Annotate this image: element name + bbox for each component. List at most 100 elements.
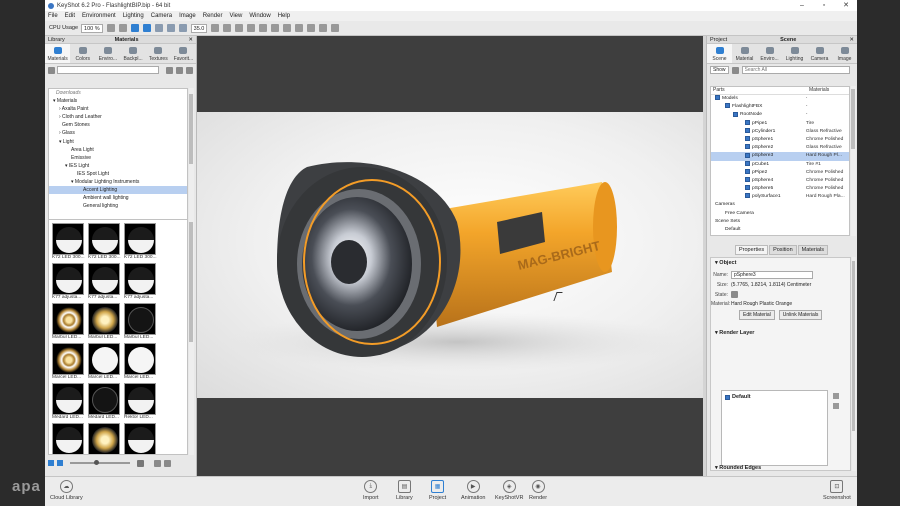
dolly-icon[interactable] (178, 24, 187, 32)
expand-icon[interactable] (331, 24, 340, 32)
show-dropdown[interactable]: Show (710, 66, 729, 74)
grid-icon[interactable] (295, 24, 304, 32)
material-thumbnail[interactable]: Médard LED... (52, 383, 86, 420)
prop-tab-materials[interactable]: Materials (797, 245, 828, 255)
menu-window[interactable]: Window (249, 13, 270, 19)
filter-icon[interactable] (731, 66, 739, 74)
material-thumbnail[interactable]: K77 adjusta... (52, 263, 86, 300)
visibility-checkbox[interactable] (745, 168, 750, 174)
menu-help[interactable]: Help (278, 13, 290, 19)
render-button[interactable]: ◉ Render (529, 480, 547, 501)
menu-camera[interactable]: Camera (151, 13, 172, 19)
material-thumbnail[interactable]: K72 LED 300... (124, 223, 158, 260)
thumbnail-size-slider[interactable] (70, 460, 130, 465)
minimize-icon[interactable]: – (791, 0, 813, 11)
library-tab-enviro[interactable]: Enviro... (95, 44, 120, 63)
visibility-checkbox[interactable] (733, 111, 738, 117)
project-tab-lighting[interactable]: Lighting (782, 44, 807, 63)
layer-checkbox[interactable] (725, 394, 730, 400)
visibility-checkbox[interactable] (745, 160, 750, 166)
material-thumbnail[interactable] (88, 423, 122, 454)
scene-tree-row[interactable]: Models - (711, 95, 849, 103)
library-tab-materials[interactable]: Materials (45, 44, 71, 63)
visibility-checkbox[interactable] (745, 136, 750, 142)
scene-tree-scrollbar[interactable] (851, 86, 856, 236)
project-tab-enviro[interactable]: Enviro... (757, 44, 782, 63)
lock-icon[interactable] (283, 24, 292, 32)
redo-icon[interactable] (259, 24, 268, 32)
layer-default-row[interactable]: Default (722, 391, 827, 403)
scene-tree-row[interactable]: pSphere2 Glass Refractive (711, 144, 849, 152)
import-button[interactable]: ⤓ Import (363, 480, 379, 501)
cpu-usage-select[interactable]: 100 % (81, 23, 103, 33)
library-button[interactable]: ▤ Library (396, 480, 413, 501)
visibility-checkbox[interactable] (745, 152, 750, 158)
upload-icon[interactable] (154, 459, 161, 467)
undo-icon[interactable] (247, 24, 256, 32)
project-tab-scene[interactable]: Scene (707, 44, 732, 63)
material-thumbnail[interactable]: K77 adjusta... (124, 263, 158, 300)
parts-column-header[interactable]: Parts (711, 87, 807, 94)
menu-file[interactable]: File (48, 13, 58, 19)
folder-icon[interactable] (166, 66, 173, 74)
library-tab-colors[interactable]: Colors (70, 44, 95, 63)
menu-edit[interactable]: Edit (65, 13, 75, 19)
scene-render[interactable]: MAG-BRIGHT (197, 112, 703, 398)
menu-lighting[interactable]: Lighting (123, 13, 144, 19)
project-tab-camera[interactable]: Camera (807, 44, 832, 63)
scene-tree-row[interactable]: Default (711, 226, 849, 234)
library-tree-item[interactable]: Gem Stones (49, 121, 187, 129)
library-tree-item[interactable]: ▾ Materials (49, 97, 187, 105)
visibility-checkbox[interactable] (745, 144, 750, 150)
material-thumbnail[interactable] (124, 423, 158, 454)
object-section-header[interactable]: ▾ Object (711, 258, 850, 268)
material-thumbnail[interactable]: Marcel LED... (88, 343, 122, 380)
screenshot-button[interactable]: ⊡ Screenshot (823, 480, 851, 501)
menu-render[interactable]: Render (203, 13, 223, 19)
material-thumbnail[interactable]: K72 LED 300... (88, 223, 122, 260)
render-region-icon[interactable] (319, 24, 328, 32)
geometry-view-icon[interactable] (235, 24, 244, 32)
material-thumbnail[interactable] (52, 423, 86, 454)
scene-tree-row[interactable]: Free Camera (711, 210, 849, 218)
camera-icon[interactable] (271, 24, 280, 32)
project-close-icon[interactable]: ✕ (849, 37, 854, 43)
material-thumbnail[interactable]: Marcel LED... (124, 343, 158, 380)
library-tree-item[interactable]: › Axalta Paint (49, 105, 187, 113)
scene-tree-row[interactable]: FlashlightFBX - (711, 103, 849, 111)
library-tree-item[interactable]: › Glass (49, 129, 187, 137)
library-tree-item[interactable]: Area Light (49, 146, 187, 154)
animation-button[interactable]: ▶ Animation (461, 480, 485, 501)
menu-view[interactable]: View (229, 13, 242, 19)
pan-icon[interactable] (166, 24, 175, 32)
material-thumbnail[interactable]: Marbul LED... (52, 303, 86, 340)
scene-tree-row[interactable]: pCylinder1 Glass Refractive (711, 127, 849, 136)
scene-tree-row[interactable]: pSphere5 Chrome Polished (711, 185, 849, 193)
visibility-checkbox[interactable] (745, 185, 750, 191)
thumbnails-scrollbar[interactable] (189, 219, 194, 455)
tumble-icon[interactable] (154, 24, 163, 32)
name-input[interactable]: pSphere3 (731, 271, 813, 279)
scene-tree-row[interactable]: polySurface1 Hard Rough Pla... (711, 193, 849, 201)
grid-view-icon[interactable] (57, 460, 63, 466)
visibility-checkbox[interactable] (745, 127, 750, 133)
fov-input[interactable]: 35.0 (190, 23, 208, 33)
slider-knob[interactable] (94, 460, 99, 465)
scene-tree-row[interactable]: Scene Sets (711, 218, 849, 226)
menu-image[interactable]: Image (179, 13, 196, 19)
material-thumbnail[interactable]: Marbul LED... (88, 303, 122, 340)
material-thumbnail[interactable]: Marcel LED... (52, 343, 86, 380)
refresh-icon[interactable] (130, 24, 139, 32)
library-tree-item[interactable]: IES Spot Light (49, 170, 187, 178)
menu-environment[interactable]: Environment (82, 13, 116, 19)
keyshotvr-button[interactable]: ◈ KeyShotVR (495, 480, 523, 501)
library-tree-item[interactable]: General lighting (49, 202, 187, 210)
scene-search-input[interactable] (741, 66, 850, 74)
project-tab-material[interactable]: Material (732, 44, 757, 63)
library-search-input[interactable] (57, 66, 159, 74)
rounded-edges-section-header[interactable]: ▾ Rounded Edges (711, 463, 765, 470)
visibility-checkbox[interactable] (715, 95, 720, 101)
project-tab-image[interactable]: Image (832, 44, 857, 63)
properties-scrollbar[interactable] (852, 257, 856, 471)
scene-tree-row[interactable]: RootNode - (711, 111, 849, 119)
